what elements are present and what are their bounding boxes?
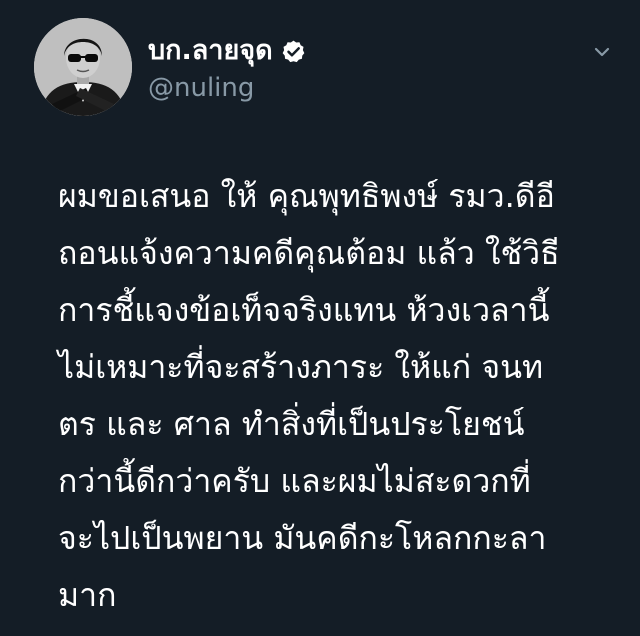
tweet-card: บก.ลายจุด @nuling ผมขอเสนอ ให้ คุณพุทธิพ… [0,0,640,636]
tweet-text-line: กว่านี้ดีกว่าครับ และผมไม่สะดวกที่ [58,462,531,500]
tweet-text-line: มาก [58,576,117,614]
display-name[interactable]: บก.ลายจุด [148,34,273,68]
avatar[interactable] [34,18,132,116]
tweet-text-line: ผมขอเสนอ ให้ คุณพุทธิพงษ์ รมว.ดีอี [58,177,555,215]
tweet-text-line: ไม่เหมาะที่จะสร้างภาระ ให้แก่ จนท [58,348,544,386]
avatar-image [34,18,132,116]
author-name-row: บก.ลายจุด [148,34,306,68]
tweet-text-line: การชี้แจงข้อเท็จจริงแทน ห้วงเวลานี้ [58,291,550,329]
tweet-text-line: ตร และ ศาล ทำสิ่งที่เป็นประโยชน์ [58,405,525,443]
tweet-text: ผมขอเสนอ ให้ คุณพุทธิพงษ์ รมว.ดีอี ถอนแจ… [58,168,628,624]
author-handle[interactable]: @nuling [148,72,254,104]
chevron-down-icon[interactable] [588,42,616,62]
verified-badge-icon [281,39,306,64]
tweet-text-line: ถอนแจ้งความคดีคุณต้อม แล้ว ใช้วิธี [58,234,560,272]
tweet-text-line: จะไปเป็นพยาน มันคดีกะโหลกกะลา [58,519,547,557]
